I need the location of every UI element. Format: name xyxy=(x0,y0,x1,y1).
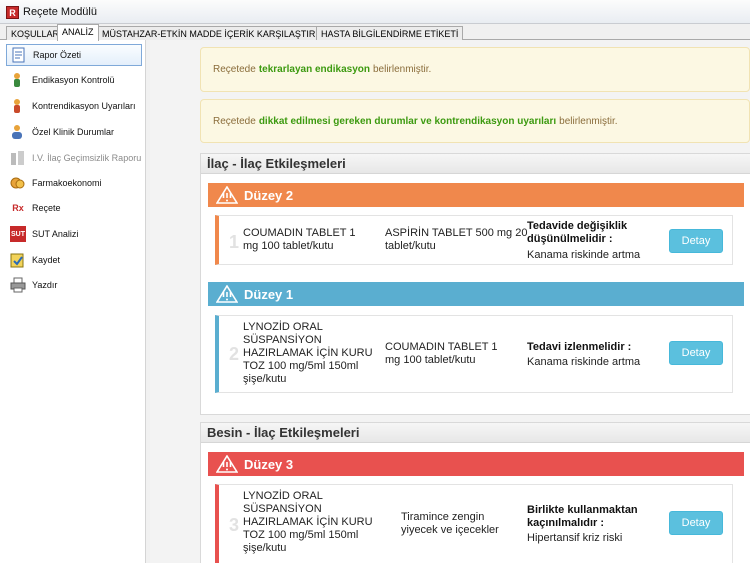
sidebar-item-label: Reçete xyxy=(32,203,61,213)
event-title: Birlikte kullanmaktan kaçınılmalıdır : xyxy=(527,504,638,529)
sidebar-item-ozel-klinik[interactable]: Özel Klinik Durumlar xyxy=(6,121,142,143)
sidebar-item-label: Rapor Özeti xyxy=(33,50,82,60)
report-icon xyxy=(11,47,27,63)
card-number: 3 xyxy=(229,515,240,535)
sidebar-item-rapor-ozeti[interactable]: Rapor Özeti xyxy=(6,44,142,66)
level-bar-duzey-2: Düzey 2 xyxy=(208,183,744,207)
sidebar-item-label: Kontrendikasyon Uyarıları xyxy=(32,101,136,111)
card-number: 1 xyxy=(229,232,240,252)
alert-kontrendikasyon: Reçetede dikkat edilmesi gereken durumla… xyxy=(200,99,750,143)
sut-icon: SUT xyxy=(10,226,26,242)
iv-icon xyxy=(10,150,26,166)
event-description: Hipertansif kriz riski xyxy=(527,532,623,544)
sidebar-item-kaydet[interactable]: Kaydet xyxy=(6,249,142,271)
section-title: Besin - İlaç Etkileşmeleri xyxy=(201,423,750,443)
section-title: İlaç - İlaç Etkileşmeleri xyxy=(201,154,750,174)
interaction-card: 3 LYNOZİD ORAL SÜSPANSİYON HAZIRLAMAK İÇ… xyxy=(215,484,733,563)
level-bar-duzey-1: Düzey 1 xyxy=(208,282,744,306)
main-tabbar: KOŞULLAR ANALİZ MÜSTAHZAR-ETKİN MADDE İÇ… xyxy=(0,24,750,41)
window-title: Reçete Modülü xyxy=(23,6,97,18)
sidebar-item-label: SUT Analizi xyxy=(32,229,79,239)
interaction-card: 2 LYNOZİD ORAL SÜSPANSİYON HAZIRLAMAK İÇ… xyxy=(215,315,733,393)
drug-1: COUMADIN TABLET 1 mg 100 tablet/kutu xyxy=(243,227,356,252)
food-interactions-section: Besin - İlaç Etkileşmeleri Düzey 3 3 LYN… xyxy=(200,422,750,563)
rx-icon: Rx xyxy=(12,203,24,213)
level-bar-duzey-3: Düzey 3 xyxy=(208,452,744,476)
sidebar-item-sut-analizi[interactable]: SUT SUT Analizi xyxy=(6,223,142,245)
detail-button[interactable]: Detay xyxy=(669,511,723,535)
sidebar-item-label: Yazdır xyxy=(32,280,58,290)
window-titlebar: R Reçete Modülü xyxy=(0,0,750,24)
sidebar-item-label: Özel Klinik Durumlar xyxy=(32,127,115,137)
sidebar-item-label: Farmakoekonomi xyxy=(32,178,102,188)
drug-2: COUMADIN TABLET 1 mg 100 tablet/kutu xyxy=(385,341,498,366)
sidebar-item-kontrendikasyon[interactable]: Kontrendikasyon Uyarıları xyxy=(6,95,142,117)
alert-tekrarlayan-endikasyon: Reçetede tekrarlayan endikasyon belirlen… xyxy=(200,47,750,92)
sidebar-item-farmakoekonomi[interactable]: Farmakoekonomi xyxy=(6,172,142,194)
warning-icon xyxy=(216,455,238,473)
food-item: Tiramince zengin yiyecek ve içecekler xyxy=(401,511,499,536)
sidebar-item-recete[interactable]: Rx Reçete xyxy=(6,197,142,219)
detail-button[interactable]: Detay xyxy=(669,341,723,365)
coins-icon xyxy=(10,175,26,191)
event-description: Kanama riskinde artma xyxy=(527,249,641,261)
drug-1: LYNOZİD ORAL SÜSPANSİYON HAZIRLAMAK İÇİN… xyxy=(243,321,373,385)
sidebar-item-label: Endikasyon Kontrolü xyxy=(32,75,115,85)
warning-icon xyxy=(216,186,238,204)
event-description: Kanama riskinde artma xyxy=(527,356,641,368)
sidebar-item-endikasyon[interactable]: Endikasyon Kontrolü xyxy=(6,69,142,91)
sidebar: Rapor Özeti Endikasyon Kontrolü Kontrend… xyxy=(0,40,146,563)
drug-2: ASPİRİN TABLET 500 mg 20 tablet/kutu xyxy=(385,227,528,252)
detail-button[interactable]: Detay xyxy=(669,229,723,253)
drug-interactions-section: İlaç - İlaç Etkileşmeleri Düzey 2 1 COUM… xyxy=(200,153,750,415)
sidebar-item-iv-gecimsizlik[interactable]: I.V. İlaç Geçimsizlik Raporu xyxy=(6,147,142,169)
event-title: Tedavi izlenmelidir : xyxy=(527,341,632,353)
sidebar-item-label: Kaydet xyxy=(32,255,61,265)
tab-kosullar[interactable]: KOŞULLAR xyxy=(6,26,65,40)
indication-icon xyxy=(10,72,26,88)
interaction-card: 1 COUMADIN TABLET 1 mg 100 tablet/kutu A… xyxy=(215,215,733,265)
event-title: Tedavide değişiklik düşünülmelidir : xyxy=(527,220,628,245)
tab-hasta-bilgilendirme[interactable]: HASTA BİLGİLENDİRME ETİKETİ xyxy=(316,26,464,40)
drug-1: LYNOZİD ORAL SÜSPANSİYON HAZIRLAMAK İÇİN… xyxy=(243,490,373,554)
save-icon xyxy=(10,252,26,268)
main-content: Reçetede tekrarlayan endikasyon belirlen… xyxy=(150,40,750,563)
patient-icon xyxy=(10,124,26,140)
sidebar-item-label: I.V. İlaç Geçimsizlik Raporu xyxy=(32,153,142,163)
warning-icon xyxy=(216,285,238,303)
contraindication-icon xyxy=(10,98,26,114)
tab-analiz[interactable]: ANALİZ xyxy=(57,24,99,41)
card-number: 2 xyxy=(229,344,240,364)
tab-mustahzar-karsilastirma[interactable]: MÜSTAHZAR-ETKİN MADDE İÇERİK KARŞILAŞTIR… xyxy=(97,26,334,40)
printer-icon xyxy=(10,277,26,293)
sidebar-item-yazdir[interactable]: Yazdır xyxy=(6,274,142,296)
app-logo-icon: R xyxy=(6,6,19,19)
